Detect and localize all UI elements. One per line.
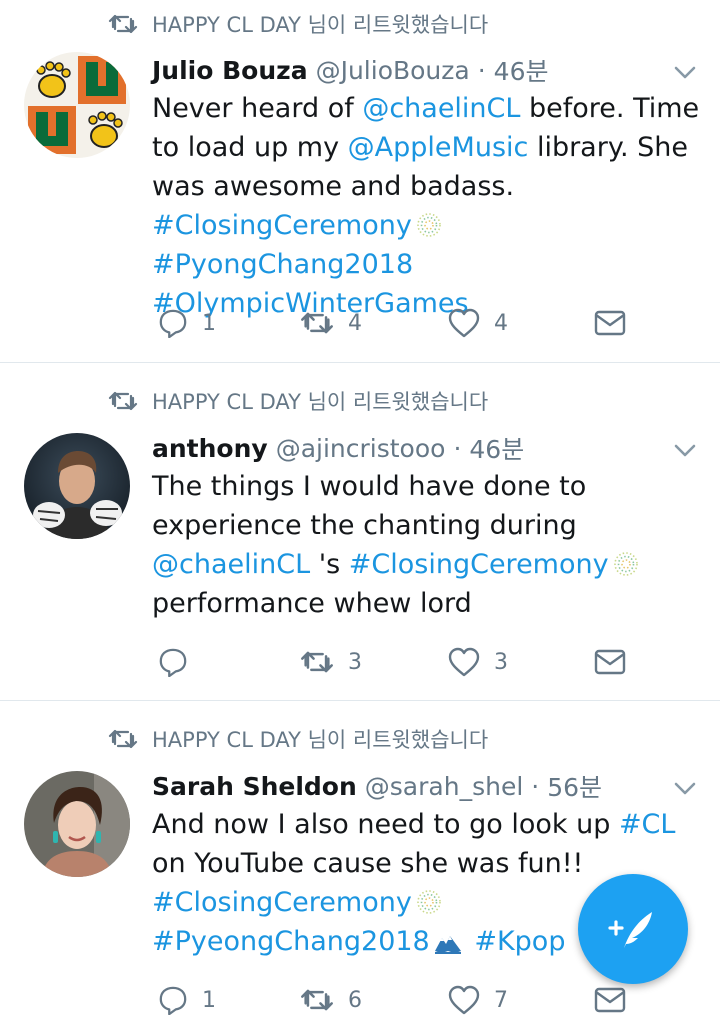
hashtag-link[interactable]: #CL — [619, 809, 676, 840]
tweet-time[interactable]: 46분 — [469, 430, 524, 466]
tweet-text-segment: Never heard of — [152, 93, 363, 124]
like-count: 3 — [494, 649, 508, 675]
tweet-header: anthony @ajincristooo · 46분 — [152, 430, 700, 466]
closing-ceremony-emoji-icon — [613, 551, 639, 577]
direct-message-button[interactable] — [594, 303, 640, 343]
author-name[interactable]: Julio Bouza — [152, 56, 308, 85]
retweet-context-label: HAPPY CL DAY 님이 리트윗했습니다 — [152, 13, 489, 37]
compose-tweet-button[interactable] — [578, 874, 688, 984]
like-icon — [448, 308, 480, 338]
like-icon — [448, 985, 480, 1015]
retweet-icon — [108, 728, 138, 750]
separator-dot: · — [453, 433, 462, 463]
hashtag-link[interactable]: #ClosingCeremony — [152, 210, 412, 241]
retweet-context: HAPPY CL DAY 님이 리트윗했습니다 — [108, 386, 488, 416]
direct-message-icon — [594, 310, 626, 336]
mention-link[interactable]: @chaelinCL — [362, 93, 520, 124]
tweet-text: Never heard of @chaelinCL before. Time t… — [152, 89, 700, 323]
tweet-text-segment: on YouTube cause she was fun!! — [152, 848, 584, 879]
tweet-text-segment: performance whew lord — [152, 588, 472, 619]
direct-message-button[interactable] — [594, 980, 640, 1020]
tweet-actions: 3 3 — [152, 642, 652, 682]
closing-ceremony-emoji-icon — [416, 212, 442, 238]
chevron-down-icon[interactable] — [674, 782, 696, 796]
compose-tweet-icon — [608, 912, 652, 948]
hashtag-link[interactable]: #PyeongChang2018 — [152, 926, 430, 957]
tweet-header: Sarah Sheldon @sarah_shel · 56분 — [152, 768, 700, 804]
avatar[interactable] — [24, 52, 130, 158]
retweet-count: 3 — [348, 649, 362, 675]
tweet[interactable]: HAPPY CL DAY 님이 리트윗했습니다 anthony @ajincri… — [0, 363, 720, 700]
direct-message-icon — [594, 649, 626, 675]
retweet-context-label: HAPPY CL DAY 님이 리트윗했습니다 — [152, 390, 489, 414]
reply-button[interactable] — [158, 642, 202, 682]
retweet-button[interactable]: 4 — [300, 303, 362, 343]
tweet-text-segment: The things I would have done to experien… — [152, 471, 587, 541]
pyeongchang-emoji-icon — [434, 932, 462, 954]
tweet[interactable]: HAPPY CL DAY 님이 리트윗했습니다 Julio Bouza @Jul… — [0, 0, 720, 362]
tweet-text-segment: And now I also need to go look up — [152, 809, 619, 840]
avatar[interactable] — [24, 433, 130, 539]
reply-icon — [158, 985, 188, 1015]
separator-dot: · — [531, 771, 540, 801]
like-icon — [448, 647, 480, 677]
retweet-icon — [300, 310, 334, 336]
hashtag-link[interactable]: #PyongChang2018 — [152, 249, 413, 280]
retweet-icon — [108, 13, 138, 35]
retweet-icon — [300, 649, 334, 675]
tweet-header: Julio Bouza @JulioBouza · 46분 — [152, 52, 700, 88]
retweet-button[interactable]: 6 — [300, 980, 362, 1020]
author-handle[interactable]: @JulioBouza — [316, 56, 470, 85]
mention-link[interactable]: @chaelinCL — [152, 549, 310, 580]
like-button[interactable]: 4 — [448, 303, 508, 343]
author-name[interactable]: Sarah Sheldon — [152, 772, 357, 801]
retweet-context: HAPPY CL DAY 님이 리트윗했습니다 — [108, 9, 488, 39]
tweet-text-segment: 's — [310, 549, 349, 580]
direct-message-icon — [594, 987, 626, 1013]
retweet-count: 4 — [348, 310, 362, 336]
hashtag-link[interactable]: #ClosingCeremony — [152, 887, 412, 918]
avatar[interactable] — [24, 771, 130, 877]
closing-ceremony-emoji-icon — [416, 889, 442, 915]
retweet-icon — [108, 390, 138, 412]
mention-link[interactable]: @AppleMusic — [348, 132, 529, 163]
retweet-icon — [300, 987, 334, 1013]
reply-icon — [158, 308, 188, 338]
chevron-down-icon[interactable] — [674, 444, 696, 458]
retweet-count: 6 — [348, 987, 362, 1013]
direct-message-button[interactable] — [594, 642, 640, 682]
separator-dot: · — [477, 55, 486, 85]
reply-count: 1 — [202, 987, 216, 1013]
author-name[interactable]: anthony — [152, 434, 268, 463]
like-count: 4 — [494, 310, 508, 336]
tweet-actions: 1 6 7 — [152, 980, 652, 1020]
hashtag-link[interactable]: #ClosingCeremony — [349, 549, 609, 580]
retweet-context-label: HAPPY CL DAY 님이 리트윗했습니다 — [152, 728, 489, 752]
author-handle[interactable]: @ajincristooo — [276, 434, 446, 463]
hashtag-link[interactable]: #Kpop — [474, 926, 565, 957]
reply-icon — [158, 647, 188, 677]
tweet-text: The things I would have done to experien… — [152, 467, 700, 623]
tweet-time[interactable]: 46분 — [494, 52, 549, 88]
reply-button[interactable]: 1 — [158, 303, 216, 343]
retweet-context: HAPPY CL DAY 님이 리트윗했습니다 — [108, 724, 488, 754]
like-button[interactable]: 3 — [448, 642, 508, 682]
author-handle[interactable]: @sarah_shel — [365, 772, 523, 801]
reply-button[interactable]: 1 — [158, 980, 216, 1020]
tweet-actions: 1 4 4 — [152, 303, 652, 343]
tweet-time[interactable]: 56분 — [547, 768, 602, 804]
like-count: 7 — [494, 987, 508, 1013]
chevron-down-icon[interactable] — [674, 66, 696, 80]
retweet-button[interactable]: 3 — [300, 642, 362, 682]
reply-count: 1 — [202, 310, 216, 336]
like-button[interactable]: 7 — [448, 980, 508, 1020]
